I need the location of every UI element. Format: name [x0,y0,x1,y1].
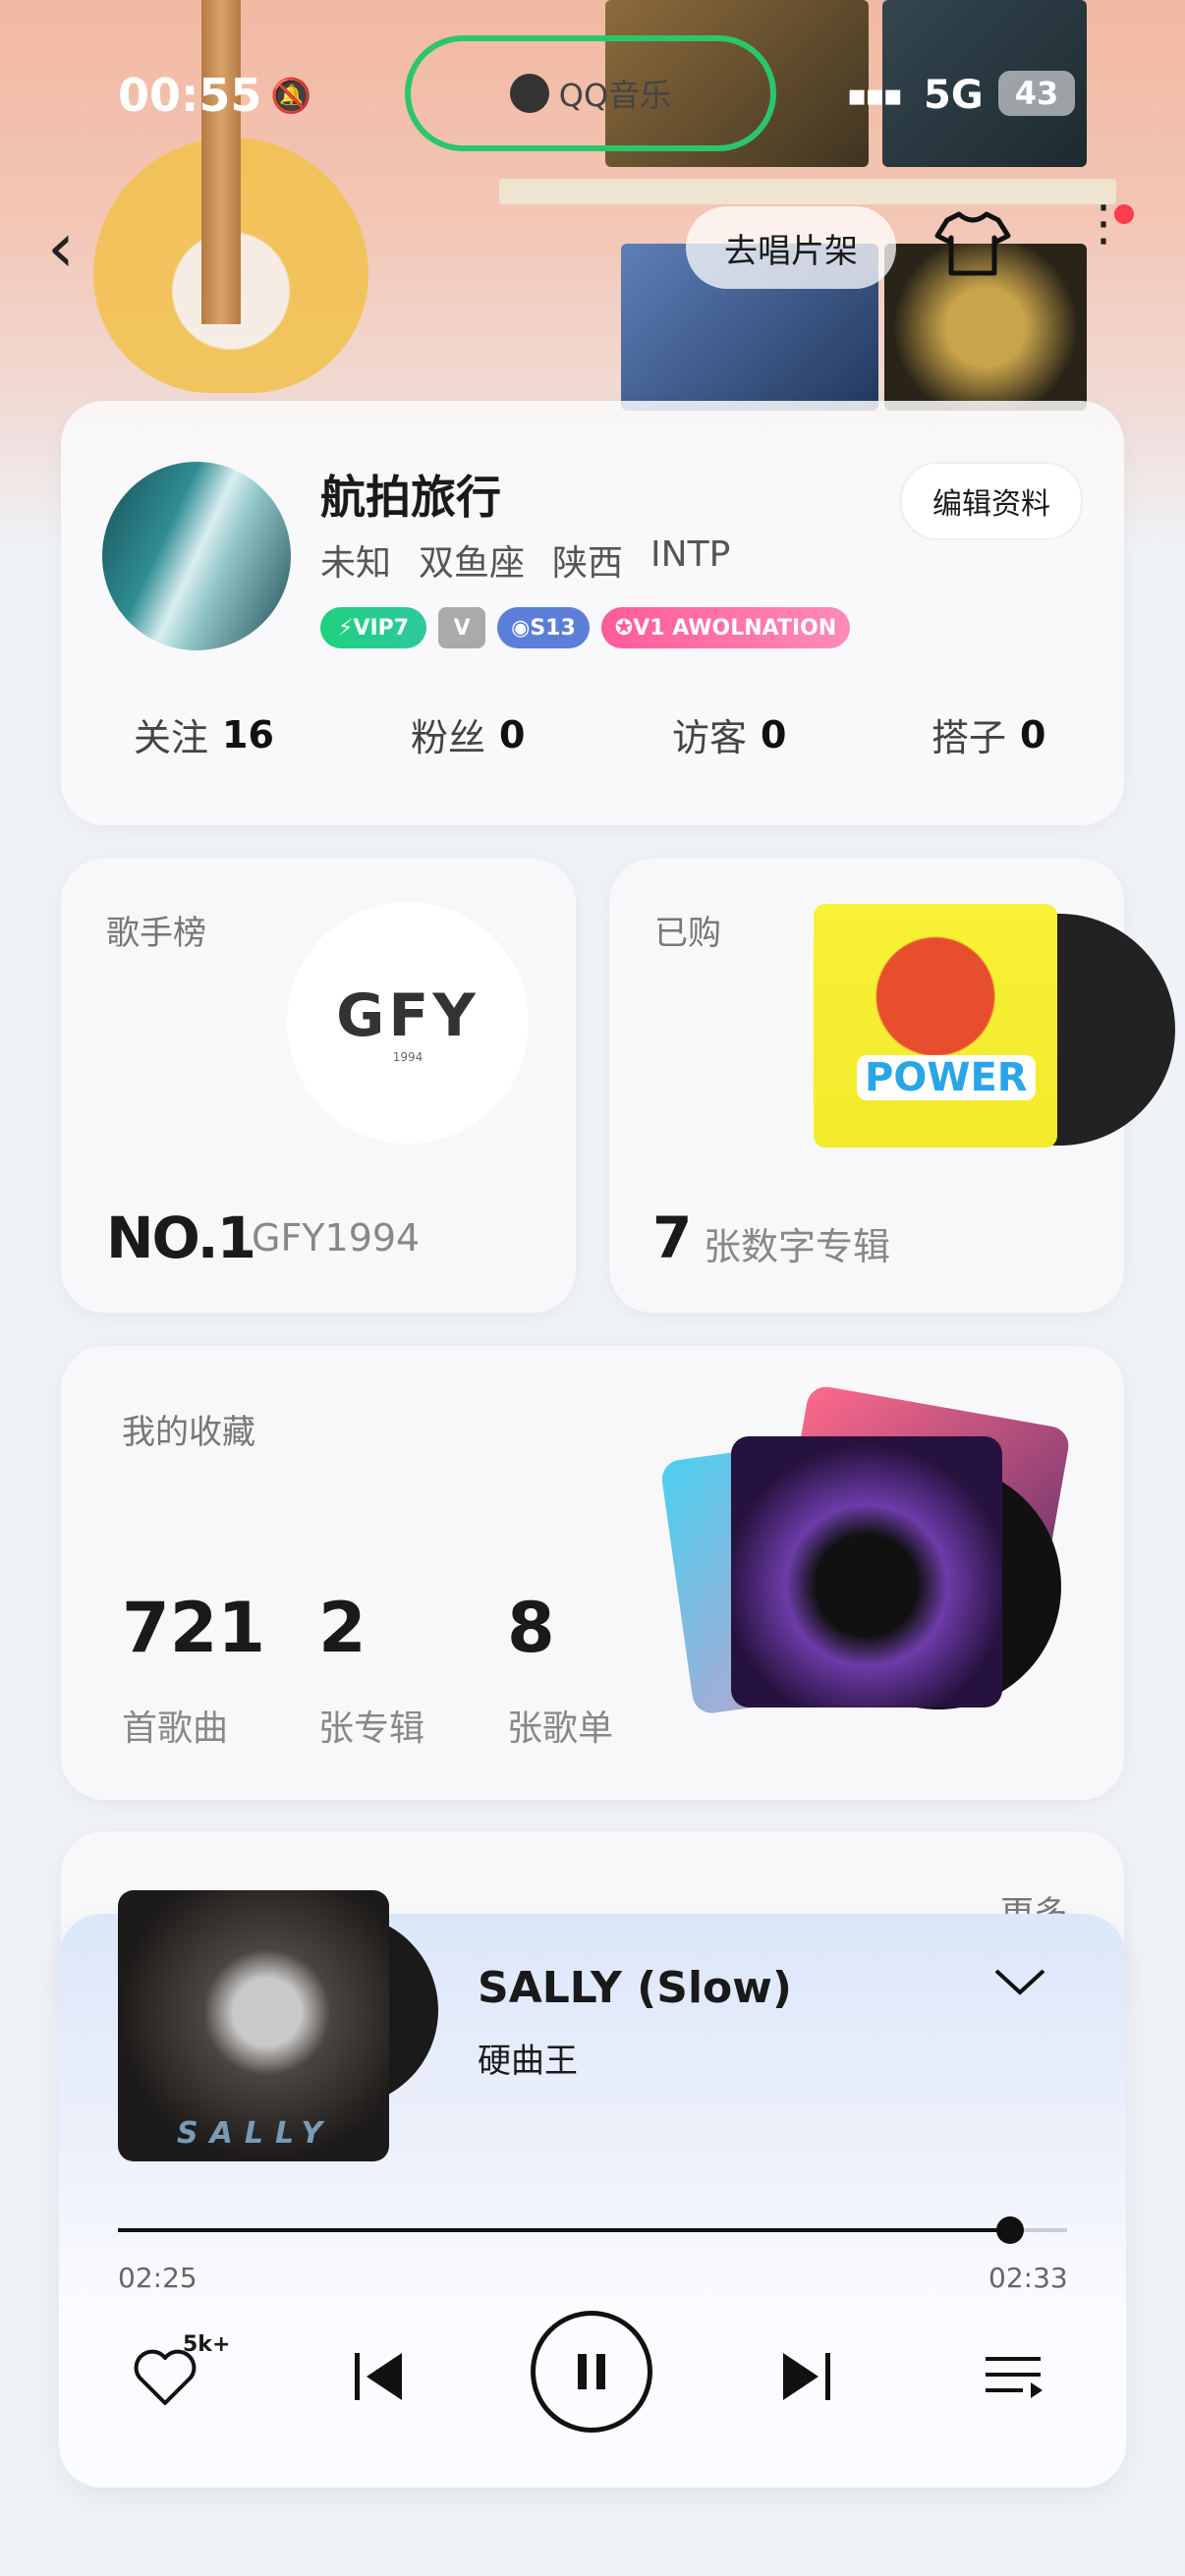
edit-profile-button[interactable]: 编辑资料 [900,462,1083,540]
album-stack-front-cover[interactable] [731,1436,1002,1708]
purchased-label: 张数字专辑 [704,1225,891,1268]
tag-zodiac: 双鱼座 [419,543,526,584]
next-track-icon[interactable] [772,2342,841,2411]
artist-badge-label: V1 AWOLNATION [633,615,837,641]
like-count: 5k+ [183,2332,231,2357]
playlists-label: 张歌单 [507,1708,614,1749]
more-options-icon[interactable]: ⋮ [1079,198,1128,248]
signal-icon: ▪▪▪ [847,79,903,113]
total-time: 02:33 [988,2262,1068,2294]
record-shelf [499,179,1116,204]
stat-buddies[interactable]: 搭子 0 [931,707,1045,761]
stat-visitors[interactable]: 访客 0 [672,707,786,761]
stat-value: 0 [1020,712,1046,756]
level-badge[interactable]: ◉ S13 [497,607,590,648]
stat-label: 关注 [134,716,209,759]
back-icon[interactable]: ‹ [47,208,106,287]
progress-handle[interactable] [996,2216,1025,2244]
qq-music-icon [509,74,549,113]
stat-label: 粉丝 [411,716,486,759]
progress-fill [118,2228,1011,2232]
pause-icon[interactable] [531,2311,652,2433]
purchased-title: 已购 [654,914,721,953]
avatar[interactable] [102,462,291,650]
record-shelf-button[interactable]: 去唱片架 [686,206,896,289]
tag-mbti: INTP [650,534,731,575]
singer-logo-text: GFY [336,981,480,1050]
status-time: 00:55 [118,69,262,122]
nickname: 航拍旅行 [320,471,501,524]
dynamic-island-now-playing[interactable]: QQ音乐 [405,35,776,151]
stat-label: 访客 [672,716,748,759]
notification-dot [1114,204,1134,224]
playlist-queue-icon[interactable] [979,2342,1047,2411]
battery-indicator: 43 [998,71,1075,116]
previous-track-icon[interactable] [344,2342,413,2411]
stat-fans[interactable]: 粉丝 0 [411,707,525,761]
mute-bell-icon: 🔕 [270,77,312,116]
album-cover-text: POWER [857,1055,1036,1100]
albums-count: 2 [318,1588,367,1668]
artist-fan-badge[interactable]: ✪ V1 AWOLNATION [600,607,851,648]
network-type: 5G [924,73,984,118]
tshirt-icon[interactable] [933,204,1012,283]
playlists-count: 8 [507,1588,555,1668]
island-app-name: QQ音乐 [558,77,672,114]
current-time: 02:25 [118,2262,198,2294]
singer-rank-title: 歌手榜 [106,914,206,953]
my-collection-title: 我的收藏 [122,1413,255,1452]
stat-value: 16 [222,712,274,756]
stat-value: 0 [761,712,787,756]
level-badge-label: S13 [530,615,576,641]
profile-tags: 未知 双鱼座 陕西 INTP [320,534,730,586]
albums-label: 张专辑 [318,1708,425,1749]
songs-count: 721 [122,1588,266,1668]
purchased-count: 7 [652,1204,693,1271]
song-artist[interactable]: 硬曲王 [478,2034,578,2082]
stat-label: 搭子 [931,716,1007,759]
tag-gender: 未知 [320,543,392,584]
singer-logo-subtext: 1994 [392,1050,423,1064]
tag-region: 陕西 [552,543,624,584]
badge-row: ⚡ VIP7 V ◉ S13 ✪ V1 AWOLNATION [320,607,851,648]
cover-text: SALLY [177,2116,335,2151]
stat-value: 0 [499,712,526,756]
guitar-neck-image [201,0,241,324]
verified-icon[interactable]: V [438,607,486,648]
singer-rank-name: GFY1994 [252,1216,421,1260]
stat-following[interactable]: 关注 16 [134,707,274,761]
chevron-down-icon[interactable] [992,1963,1047,2012]
vip-badge[interactable]: ⚡ VIP7 [320,607,427,648]
singer-rank-number: NO.1 [106,1204,256,1271]
song-title: SALLY (Slow) [478,1963,793,2013]
purchased-album-cover[interactable] [814,904,1057,1148]
vip-badge-label: VIP7 [353,615,410,641]
singer-logo[interactable]: GFY 1994 [287,902,529,1144]
songs-label: 首歌曲 [122,1708,229,1749]
